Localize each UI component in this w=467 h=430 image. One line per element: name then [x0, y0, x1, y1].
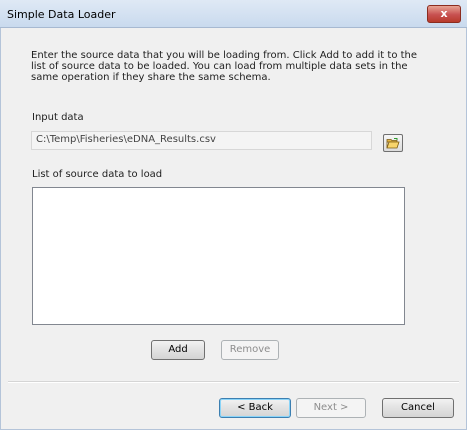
title-bar: Simple Data Loader x [0, 0, 467, 28]
remove-button[interactable]: Remove [221, 340, 279, 360]
source-data-list[interactable] [32, 187, 405, 325]
add-button[interactable]: Add [151, 340, 205, 360]
input-data-field[interactable]: C:\Temp\Fisheries\eDNA_Results.csv [31, 131, 372, 150]
open-folder-icon [386, 138, 400, 149]
next-button[interactable]: Next > [296, 398, 366, 418]
cancel-button[interactable]: Cancel [382, 398, 454, 418]
source-list-label: List of source data to load [32, 169, 163, 180]
close-button[interactable]: x [427, 5, 461, 23]
instructions-text: Enter the source data that you will be l… [31, 50, 418, 83]
input-data-label: Input data [32, 112, 84, 123]
browse-button[interactable] [383, 134, 403, 152]
back-button[interactable]: < Back [219, 398, 291, 418]
separator [8, 381, 459, 383]
window-title: Simple Data Loader [7, 8, 116, 21]
close-icon: x [440, 7, 448, 20]
